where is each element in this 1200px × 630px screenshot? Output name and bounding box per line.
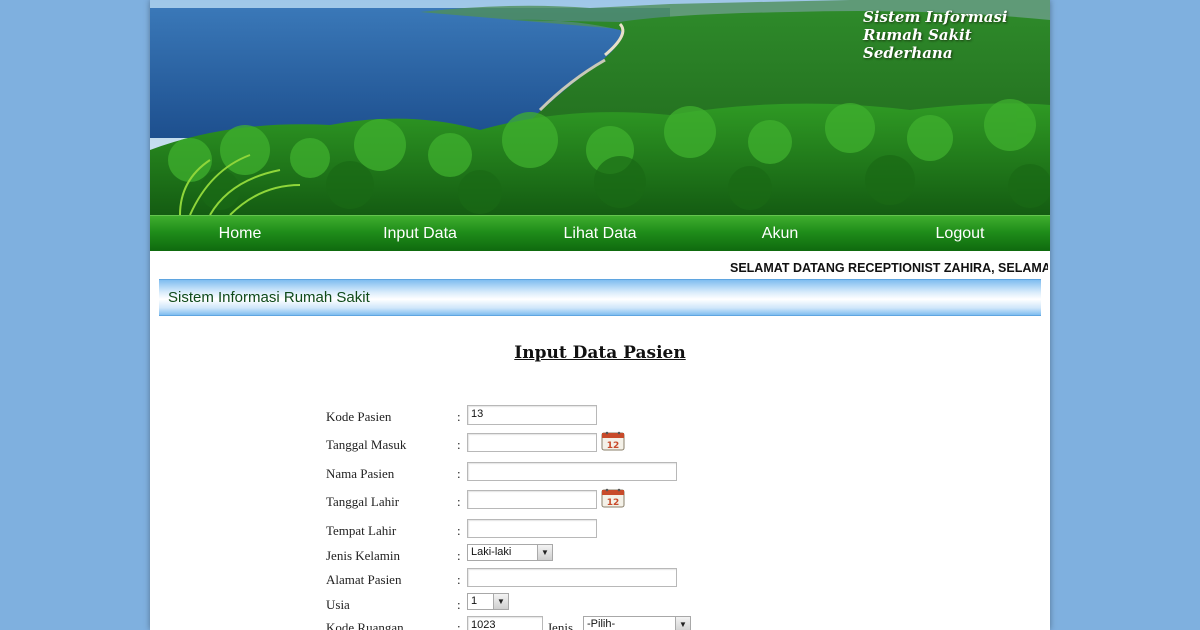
site-title: Sistem Informasi Rumah Sakit Sederhana: [863, 8, 1043, 62]
nav-home[interactable]: Home: [150, 216, 330, 251]
jenis-ruangan-selected: -Pilih-: [587, 618, 616, 630]
kode-ruangan-label: Kode Ruangan: [326, 620, 404, 630]
usia-selected: 1: [471, 595, 478, 607]
jenis-kelamin-selected: Laki-laki: [471, 546, 512, 558]
jenis-label: Jenis :: [547, 620, 573, 630]
colon: :: [457, 466, 461, 481]
colon: :: [457, 620, 461, 630]
chevron-down-icon: ▼: [537, 545, 552, 560]
colon: :: [457, 572, 461, 587]
main-navigation: Home Input Data Lihat Data Akun Logout: [150, 215, 1050, 251]
site-title-line-2: Rumah Sakit: [863, 26, 972, 44]
form-title: Input Data Pasien: [514, 343, 686, 363]
kode-ruangan-input[interactable]: 1023: [467, 616, 543, 630]
colon: :: [457, 494, 461, 509]
nav-input-data[interactable]: Input Data: [330, 216, 510, 251]
calendar-day-text: 12: [607, 498, 620, 508]
header-banner: Sistem Informasi Rumah Sakit Sederhana: [150, 0, 1050, 215]
chevron-down-icon: ▼: [493, 594, 508, 609]
colon: :: [457, 523, 461, 538]
colon: :: [457, 437, 461, 452]
usia-select[interactable]: 1 ▼: [467, 593, 509, 610]
colon: :: [457, 409, 461, 424]
nav-logout[interactable]: Logout: [870, 216, 1050, 251]
welcome-text: SELAMAT DATANG RECEPTIONIST ZAHIRA, SELA…: [730, 261, 1048, 275]
welcome-marquee: SELAMAT DATANG RECEPTIONIST ZAHIRA, SELA…: [150, 258, 1048, 278]
jenis-kelamin-label: Jenis Kelamin: [326, 548, 401, 563]
calendar-day-text: 12: [607, 441, 620, 451]
alamat-pasien-input[interactable]: [467, 568, 677, 587]
colon: :: [457, 548, 461, 563]
calendar-icon[interactable]: 12: [601, 431, 625, 451]
nav-akun[interactable]: Akun: [690, 216, 870, 251]
nama-pasien-input[interactable]: [467, 462, 677, 481]
jenis-ruangan-select[interactable]: -Pilih- ▼: [583, 616, 691, 630]
page-container: Sistem Informasi Rumah Sakit Sederhana H…: [150, 0, 1050, 630]
tanggal-masuk-input[interactable]: [467, 433, 597, 452]
section-title: Sistem Informasi Rumah Sakit: [168, 289, 370, 306]
tanggal-lahir-label: Tanggal Lahir: [326, 494, 400, 509]
nama-pasien-label: Nama Pasien: [326, 466, 395, 481]
tanggal-masuk-label: Tanggal Masuk: [326, 437, 407, 452]
tanggal-lahir-input[interactable]: [467, 490, 597, 509]
tempat-lahir-label: Tempat Lahir: [326, 523, 397, 538]
alamat-pasien-label: Alamat Pasien: [326, 572, 402, 587]
site-title-line-1: Sistem Informasi: [863, 8, 1008, 26]
colon: :: [457, 597, 461, 612]
section-header: Sistem Informasi Rumah Sakit: [159, 279, 1041, 316]
nav-lihat-data[interactable]: Lihat Data: [510, 216, 690, 251]
chevron-down-icon: ▼: [675, 617, 690, 630]
tempat-lahir-input[interactable]: [467, 519, 597, 538]
kode-pasien-input[interactable]: 13: [467, 405, 597, 425]
kode-pasien-label: Kode Pasien: [326, 409, 392, 424]
form-title-container: Input Data Pasien: [150, 343, 1050, 363]
site-title-line-3: Sederhana: [863, 44, 953, 62]
calendar-icon[interactable]: 12: [601, 488, 625, 508]
usia-label: Usia: [326, 597, 350, 612]
jenis-kelamin-select[interactable]: Laki-laki ▼: [467, 544, 553, 561]
